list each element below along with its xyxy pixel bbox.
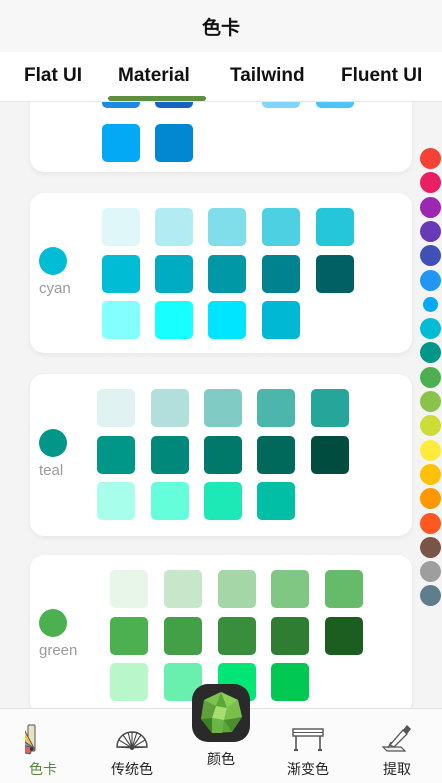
color-dot [39,609,67,637]
color-swatch[interactable] [262,208,300,246]
color-swatch[interactable] [316,102,354,108]
color-swatch[interactable] [110,570,148,608]
color-card: teal [30,374,412,536]
color-swatch[interactable] [325,570,363,608]
color-swatch[interactable] [102,301,140,339]
color-swatch[interactable] [311,436,349,474]
color-swatch[interactable] [316,208,354,246]
color-index-dot[interactable] [420,512,441,534]
color-index-dot[interactable] [420,536,441,558]
color-swatch[interactable] [155,102,193,108]
color-swatch[interactable] [102,255,140,293]
nav-gradients[interactable]: 渐变色 [273,709,343,783]
color-swatch[interactable] [204,482,242,520]
nav-swatches-label: 色卡 [29,762,57,778]
page-title: 色卡 [201,16,240,39]
color-swatch[interactable] [151,436,189,474]
color-dot [39,429,67,457]
color-index-dot[interactable] [420,148,441,169]
color-swatch[interactable] [97,436,135,474]
nav-traditional-colors-label: 传统色 [111,762,153,778]
color-swatch[interactable] [262,255,300,293]
color-swatch[interactable] [262,102,300,108]
swatch-fan-icon [4,721,61,755]
title-bar: 色卡 [0,0,442,52]
color-swatch[interactable] [271,663,309,701]
color-swatch[interactable] [155,208,193,246]
nav-traditional-colors[interactable]: 传统色 [97,709,167,783]
color-swatch[interactable] [204,389,242,427]
color-swatch[interactable] [218,570,256,608]
color-index-dot[interactable] [420,269,441,291]
color-swatch[interactable] [97,389,135,427]
nav-extract[interactable]: 提取 [362,709,432,783]
color-swatch[interactable] [155,301,193,339]
color-swatch[interactable] [208,255,246,293]
gradient-bar-icon [290,721,326,755]
color-card: cyan [30,193,412,353]
nav-swatches[interactable]: 色卡 [4,709,78,783]
color-name-label: teal [39,462,64,479]
tab-tailwind[interactable]: Tailwind [230,65,305,87]
color-dot [39,247,67,275]
color-swatch[interactable] [262,301,300,339]
color-swatch[interactable] [164,617,202,655]
color-swatch[interactable] [218,617,256,655]
color-swatch[interactable] [316,255,354,293]
tab-fluent-ui[interactable]: Fluent UI [341,65,422,87]
color-swatch[interactable] [102,102,140,108]
color-index-dot[interactable] [420,220,441,242]
color-swatch[interactable] [271,570,309,608]
color-index-dot[interactable] [420,366,441,388]
color-swatch[interactable] [102,124,140,162]
color-index-dot[interactable] [423,296,438,312]
color-swatch[interactable] [311,389,349,427]
color-index-dot[interactable] [420,439,441,461]
palette-tabs: Flat UI Material Tailwind Fluent UI [0,52,442,102]
tab-flat-ui[interactable]: Flat UI [24,65,82,87]
color-swatch[interactable] [155,255,193,293]
color-swatch[interactable] [110,663,148,701]
color-index-dot[interactable] [420,463,441,485]
color-swatch[interactable] [97,482,135,520]
color-name-label: cyan [39,280,71,297]
color-center-button[interactable] [192,684,250,742]
color-swatch[interactable] [164,570,202,608]
color-swatch[interactable] [325,617,363,655]
folding-fan-icon [114,721,150,755]
color-swatch[interactable] [257,436,295,474]
color-swatch[interactable] [151,482,189,520]
color-swatch[interactable] [271,617,309,655]
swatch-list[interactable]: cyan teal green [0,102,442,708]
color-swatch[interactable] [208,208,246,246]
tab-material[interactable]: Material [118,65,190,87]
color-index-dot[interactable] [420,391,441,412]
color-name-label: green [39,642,78,659]
nav-gradients-label: 渐变色 [287,762,329,778]
color-index-dot[interactable] [420,561,441,583]
color-swatch[interactable] [155,124,193,162]
color-swatch[interactable] [257,482,295,520]
color-swatch[interactable] [208,301,246,339]
nav-color-label: 颜色 [207,752,235,768]
color-swatch[interactable] [204,436,242,474]
color-swatch[interactable] [257,389,295,427]
green-gem-icon [192,684,250,742]
color-index-dot[interactable] [420,196,441,218]
color-index-dot[interactable] [420,318,441,340]
color-card [30,102,412,172]
color-swatch[interactable] [110,617,148,655]
color-swatch[interactable] [102,208,140,246]
color-picker-icon [379,721,415,755]
nav-extract-label: 提取 [383,762,411,778]
active-tab-indicator [108,96,206,101]
color-swatch[interactable] [151,389,189,427]
app-root: 色卡 Flat UI Material Tailwind Fluent UI c… [0,0,442,783]
